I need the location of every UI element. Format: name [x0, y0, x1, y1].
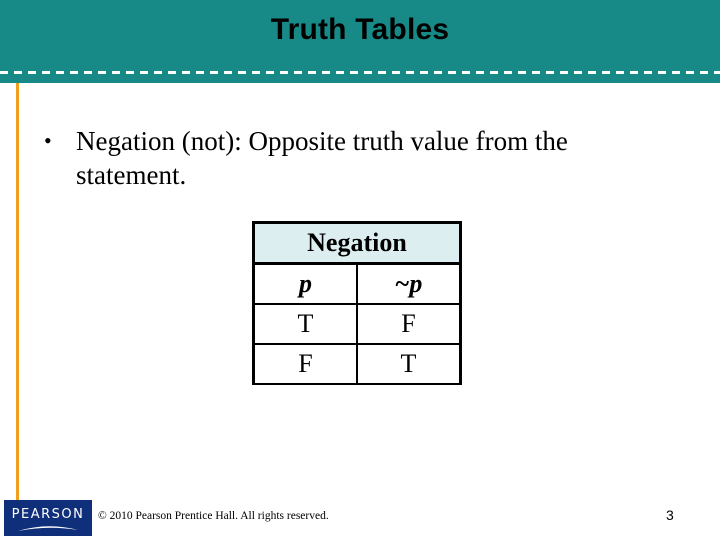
accent-bar — [16, 83, 19, 501]
bullet-marker: • — [44, 128, 52, 153]
table-cell: T — [252, 303, 358, 345]
column-header-p: p — [252, 262, 358, 305]
logo-text: PEARSON — [11, 507, 85, 522]
table-caption-row: Negation — [252, 221, 462, 265]
table-row: T F — [252, 303, 462, 345]
pearson-logo: PEARSON — [4, 500, 92, 536]
bullet-list: • Negation (not): Opposite truth value f… — [44, 124, 604, 192]
header-band: Truth Tables — [0, 0, 720, 83]
bullet-text: Negation (not): Opposite truth value fro… — [76, 126, 568, 190]
bullet-item: • Negation (not): Opposite truth value f… — [44, 124, 604, 192]
slide-title: Truth Tables — [270, 13, 450, 46]
column-header-not-p: ~p — [356, 262, 462, 305]
dashed-divider — [0, 71, 720, 74]
page-number: 3 — [666, 507, 674, 523]
table-caption: Negation — [252, 221, 462, 265]
copyright-notice: © 2010 Pearson Prentice Hall. All rights… — [98, 510, 329, 522]
table-cell: F — [356, 303, 462, 345]
negation-truth-table: Negation p ~p T F F T — [252, 221, 462, 385]
logo-swoosh-icon — [18, 526, 78, 531]
table-header-row: p ~p — [252, 262, 462, 305]
table-cell: F — [252, 343, 358, 385]
table-cell: T — [356, 343, 462, 385]
table-row: F T — [252, 343, 462, 385]
